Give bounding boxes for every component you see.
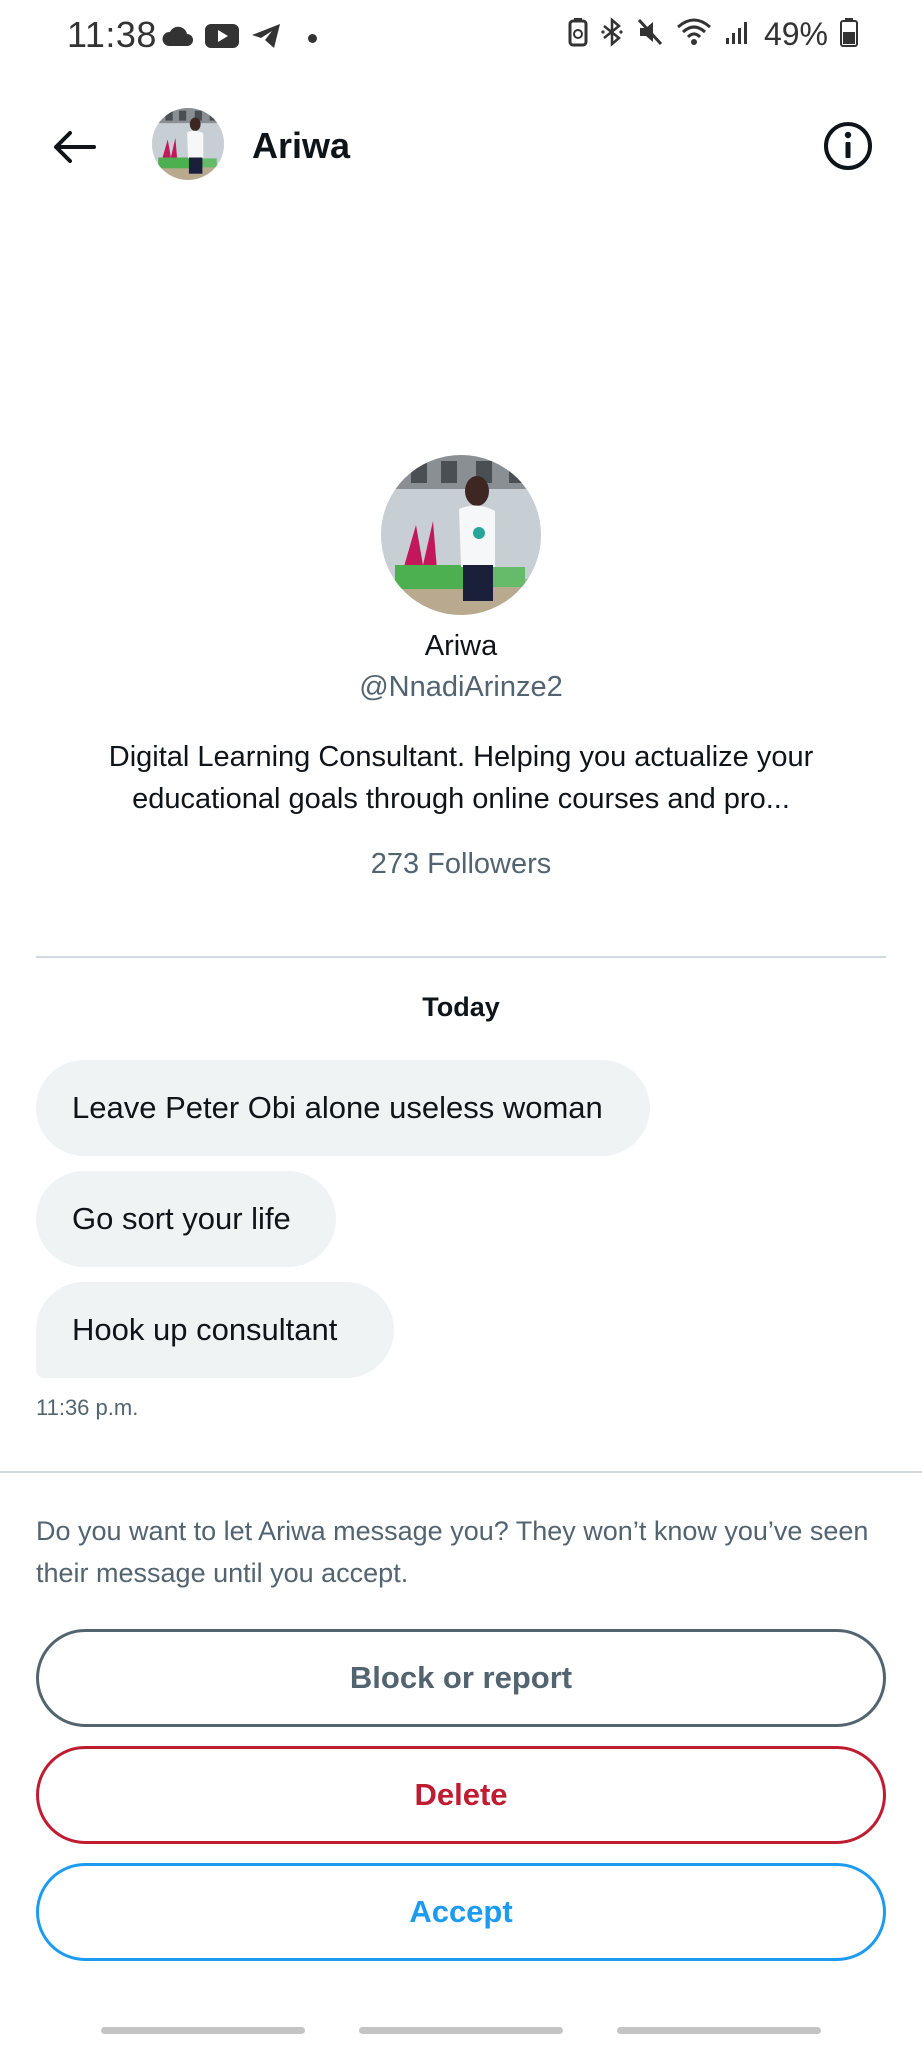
battery-icon — [840, 17, 858, 52]
nav-handle[interactable] — [359, 2027, 563, 2034]
delete-button[interactable]: Delete — [36, 1746, 886, 1844]
message-bubble[interactable]: Go sort your life — [36, 1171, 336, 1267]
status-notification-icons — [160, 22, 317, 55]
back-button[interactable] — [44, 122, 104, 172]
message-bubble[interactable]: Hook up consultant — [36, 1282, 394, 1378]
accept-button[interactable]: Accept — [36, 1863, 886, 1961]
block-or-report-button[interactable]: Block or report — [36, 1629, 886, 1727]
info-icon — [824, 122, 872, 170]
profile-bio: Digital Learning Consultant. Helping you… — [108, 741, 814, 815]
mute-icon — [636, 17, 664, 52]
more-notifications-dot — [308, 34, 317, 43]
wifi-icon — [676, 17, 712, 52]
status-bar: 11:38 49% — [0, 0, 922, 76]
divider — [36, 956, 886, 958]
nav-handle[interactable] — [617, 2027, 821, 2034]
cloud-icon — [160, 24, 194, 53]
profile-handle[interactable]: @NnadiArinze2 — [0, 671, 922, 704]
battery-saver-icon — [568, 17, 588, 52]
message-request-prompt: Do you want to let Ariwa message you? Th… — [36, 1516, 869, 1588]
arrow-left-icon — [54, 131, 96, 163]
message-timestamp: 11:36 p.m. — [36, 1395, 139, 1420]
bluetooth-icon — [600, 17, 624, 52]
profile-avatar[interactable] — [381, 455, 541, 615]
profile-name[interactable]: Ariwa — [0, 630, 922, 663]
telegram-icon — [250, 22, 282, 55]
message-bubble[interactable]: Leave Peter Obi alone useless woman — [36, 1060, 650, 1156]
followers-count[interactable]: 273 Followers — [0, 848, 922, 881]
youtube-icon — [204, 23, 240, 54]
nav-handle[interactable] — [101, 2027, 305, 2034]
status-time: 11:38 — [67, 14, 157, 55]
signal-icon — [724, 18, 752, 51]
status-system-icons: 49% — [568, 16, 858, 53]
info-button[interactable] — [822, 120, 874, 172]
date-separator: Today — [422, 992, 500, 1022]
conversation-header: Ariwa — [0, 100, 922, 192]
battery-percentage: 49% — [763, 16, 828, 52]
header-name[interactable]: Ariwa — [252, 125, 350, 167]
divider — [0, 1471, 922, 1473]
header-avatar[interactable] — [152, 108, 224, 180]
